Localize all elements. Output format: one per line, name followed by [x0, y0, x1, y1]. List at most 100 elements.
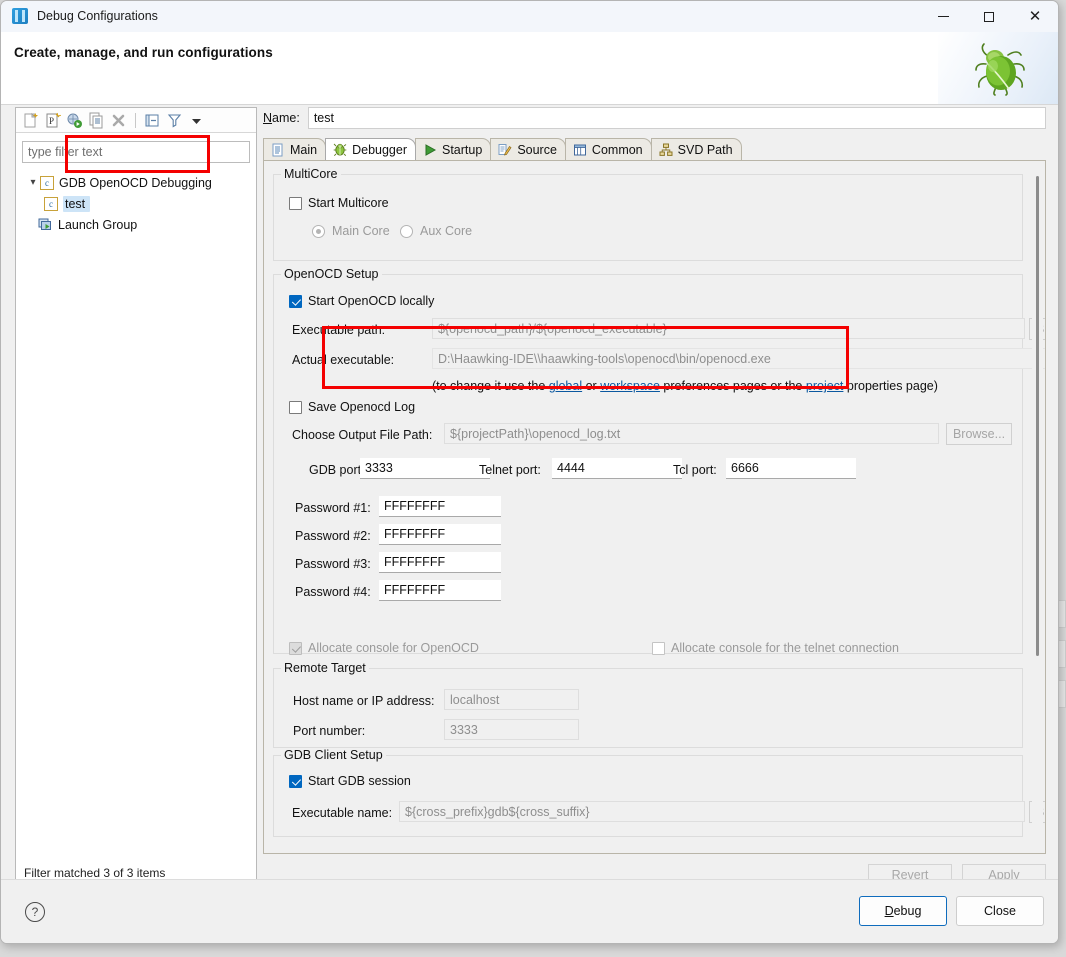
start-multicore-checkbox[interactable]: Start Multicore	[289, 196, 389, 210]
port-number-value: 3333	[450, 722, 478, 737]
allocate-console-telnet-label: Allocate console for the telnet connecti…	[671, 641, 899, 655]
remote-target-group: Remote Target Host name or IP address: l…	[273, 661, 1023, 748]
filter-icon[interactable]	[165, 111, 184, 130]
tab-main[interactable]: Main	[263, 138, 327, 160]
allocate-console-telnet-checkbox[interactable]: Allocate console for the telnet connecti…	[652, 641, 899, 655]
close-label: Close	[984, 904, 1016, 918]
minimize-button[interactable]	[920, 1, 966, 32]
hint-pre: (to change it use the	[432, 379, 549, 393]
dialog-footer: ? Debug Close	[1, 879, 1058, 943]
green-bug-icon	[975, 43, 1025, 96]
common-table-icon	[573, 143, 587, 157]
checkbox-box	[652, 641, 665, 655]
name-value: test	[313, 111, 334, 125]
filter-input[interactable]: type filter text	[22, 141, 250, 163]
checkbox-box	[289, 774, 302, 788]
telnet-port-input[interactable]: 4444	[552, 458, 682, 479]
password-3-label: Password #3:	[295, 557, 371, 571]
gdb-client-group-title: GDB Client Setup	[281, 748, 386, 762]
workspace-link[interactable]: workspace	[600, 379, 660, 393]
tab-source[interactable]: Source	[490, 138, 566, 160]
telnet-port-label: Telnet port:	[479, 463, 541, 477]
new-configuration-icon[interactable]	[21, 111, 40, 130]
password-1-input[interactable]: FFFFFFFF	[379, 496, 501, 517]
allocate-console-openocd-checkbox[interactable]: Allocate console for OpenOCD	[289, 641, 479, 655]
view-menu-chevron-icon[interactable]	[187, 111, 206, 130]
debug-button[interactable]: Debug	[859, 896, 947, 926]
filter-status-text: Filter matched 3 of 3 items	[24, 866, 166, 880]
configuration-editor-pane: Name: test Main Debugger Startup Source …	[263, 107, 1046, 890]
start-multicore-label: Start Multicore	[308, 196, 389, 210]
dialog-header: Create, manage, and run configurations	[1, 32, 1058, 105]
gdb-executable-name-label: Executable name:	[292, 806, 393, 820]
executable-path-label: Executable path:	[292, 323, 386, 337]
tree-item-gdb-openocd-debugging[interactable]: ▾ c GDB OpenOCD Debugging	[16, 172, 256, 193]
password-3-input[interactable]: FFFFFFFF	[379, 552, 501, 573]
openocd-group-title: OpenOCD Setup	[281, 267, 382, 281]
new-prototype-icon[interactable]: P	[43, 111, 62, 130]
tcl-port-value: 6666	[731, 461, 759, 475]
output-file-path-input[interactable]: ${projectPath}\openocd_log.txt	[444, 423, 939, 444]
export-icon[interactable]	[65, 111, 84, 130]
launch-group-icon	[38, 218, 53, 232]
scrollbar-thumb[interactable]	[1036, 176, 1039, 656]
main-core-radio[interactable]: Main Core	[312, 224, 390, 238]
radio-circle	[312, 224, 325, 238]
checkbox-box	[289, 641, 302, 655]
port-number-input[interactable]: 3333	[444, 719, 579, 740]
help-question-icon[interactable]: ?	[25, 902, 45, 922]
tab-common[interactable]: Common	[564, 138, 652, 160]
executable-path-input[interactable]: ${openocd_path}/${openocd_executable}	[432, 318, 1025, 339]
close-dialog-button[interactable]: Close	[956, 896, 1044, 926]
start-gdb-session-checkbox[interactable]: Start GDB session	[289, 774, 411, 788]
output-file-browse-button[interactable]: Browse...	[946, 423, 1012, 445]
host-name-value: localhost	[450, 692, 500, 707]
password-4-input[interactable]: FFFFFFFF	[379, 580, 501, 601]
output-file-path-label: Choose Output File Path:	[292, 428, 433, 442]
openocd-setup-group: OpenOCD Setup Start OpenOCD locally Exec…	[273, 267, 1045, 655]
chevron-down-icon[interactable]: ▾	[26, 177, 40, 188]
password-2-input[interactable]: FFFFFFFF	[379, 524, 501, 545]
allocate-console-openocd-label: Allocate console for OpenOCD	[308, 641, 479, 655]
name-input[interactable]: test	[307, 107, 1046, 129]
tree-item-test[interactable]: c test	[16, 193, 256, 214]
maximize-button[interactable]	[966, 1, 1012, 32]
debugger-tab-panel: MultiCore Start Multicore Main Core Aux …	[263, 160, 1046, 854]
aux-core-radio[interactable]: Aux Core	[400, 224, 472, 238]
actual-executable-value: D:\Haawking-IDE\\haawking-tools\openocd\…	[432, 348, 1045, 369]
tab-debugger[interactable]: Debugger	[325, 138, 416, 160]
checkbox-box	[289, 196, 302, 210]
executable-path-value: ${openocd_path}/${openocd_executable}	[438, 321, 667, 336]
password-4-value: FFFFFFFF	[384, 583, 446, 597]
tab-svd-path[interactable]: SVD Path	[650, 138, 742, 160]
header-decoration	[938, 32, 1058, 104]
tree-item-label: GDB OpenOCD Debugging	[59, 175, 212, 190]
gdb-port-input[interactable]: 3333	[360, 458, 490, 479]
project-link[interactable]: project	[806, 379, 844, 393]
multicore-group: MultiCore Start Multicore Main Core Aux …	[273, 167, 1023, 261]
save-openocd-log-checkbox[interactable]: Save Openocd Log	[289, 400, 415, 414]
radio-circle	[400, 224, 413, 238]
host-name-label: Host name or IP address:	[293, 694, 435, 708]
start-gdb-session-label: Start GDB session	[308, 774, 411, 788]
c-config-icon: c	[40, 175, 54, 190]
host-name-input[interactable]: localhost	[444, 689, 579, 710]
debug-configurations-dialog: Debug Configurations ✕ Create, manage, a…	[0, 0, 1059, 944]
start-openocd-locally-checkbox[interactable]: Start OpenOCD locally	[289, 294, 434, 308]
close-button[interactable]: ✕	[1012, 1, 1058, 32]
panel-vertical-scrollbar[interactable]	[1032, 166, 1043, 847]
debug-configurations-icon	[12, 8, 28, 24]
delete-icon[interactable]	[109, 111, 128, 130]
debug-label: Debug	[884, 904, 922, 918]
password-4-label: Password #4:	[295, 585, 371, 599]
gdb-executable-name-input[interactable]: ${cross_prefix}gdb${cross_suffix}	[399, 801, 1025, 822]
tree-item-launch-group[interactable]: Launch Group	[16, 214, 256, 235]
collapse-all-icon[interactable]	[143, 111, 162, 130]
tab-startup[interactable]: Startup	[415, 138, 492, 160]
tcl-port-input[interactable]: 6666	[726, 458, 856, 479]
configurations-tree-pane: P type filter text ▾ c GDB OpenOCD Debug…	[15, 107, 257, 890]
window-controls: ✕	[920, 1, 1058, 32]
global-link[interactable]: global	[549, 379, 582, 393]
duplicate-icon[interactable]	[87, 111, 106, 130]
hint-mid1: or	[582, 379, 601, 393]
